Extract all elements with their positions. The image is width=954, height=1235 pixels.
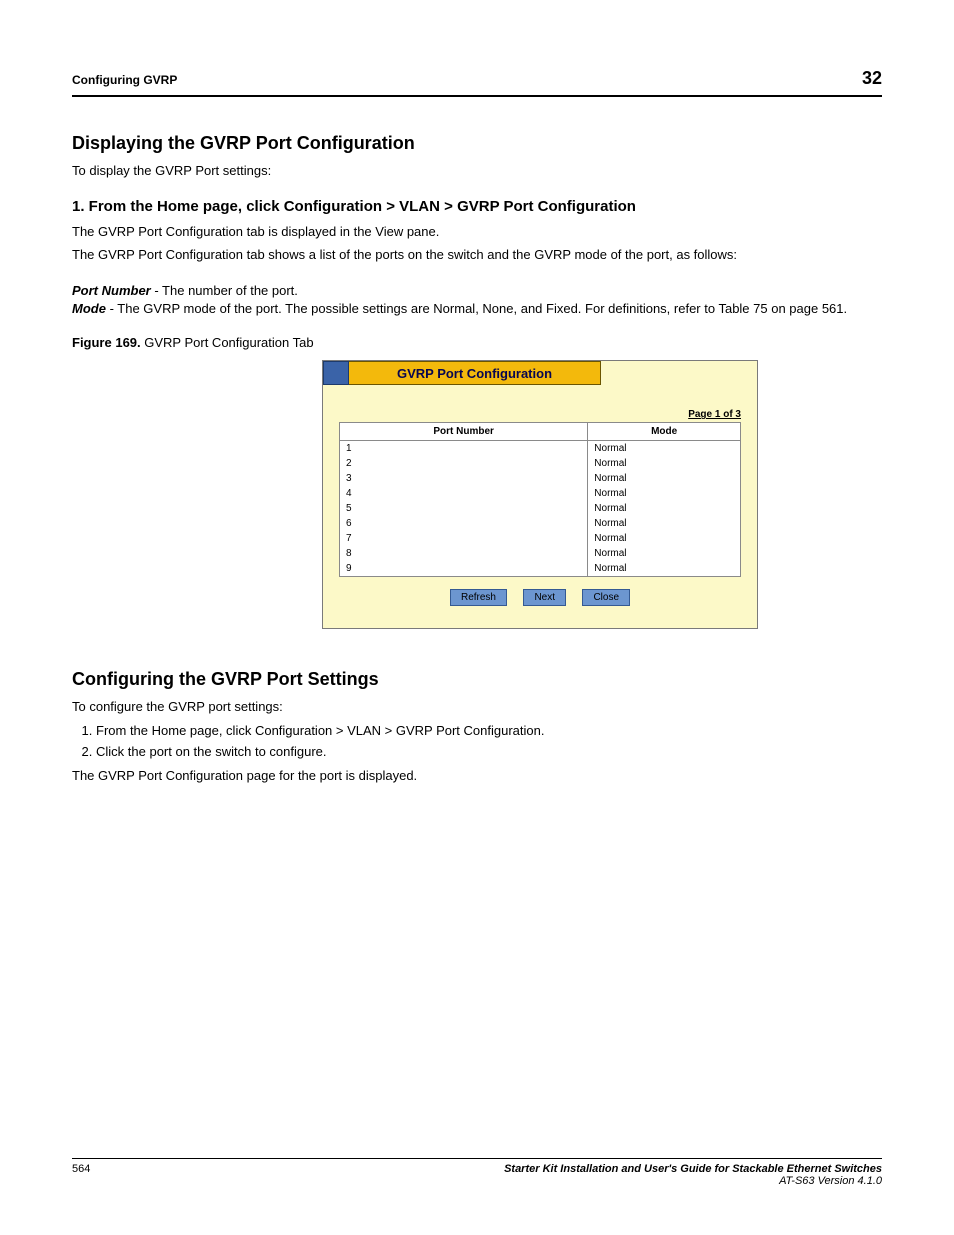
- cell-mode: Normal: [588, 441, 741, 457]
- port-config-table: Port Number Mode 1Normal 2Normal 3Normal…: [339, 422, 741, 577]
- configure-step-2: Click the port on the switch to configur…: [96, 743, 882, 761]
- cell-mode: Normal: [588, 501, 741, 516]
- gvrp-port-config-panel: GVRP Port Configuration Page 1 of 3 Port…: [322, 360, 758, 629]
- term-list: Port Number - The number of the port. Mo…: [72, 282, 882, 320]
- cell-port: 2: [340, 456, 588, 471]
- cell-port: 5: [340, 501, 588, 516]
- next-button[interactable]: Next: [523, 589, 566, 606]
- term-item: Mode - The GVRP mode of the port. The po…: [72, 300, 882, 319]
- configure-after-note: The GVRP Port Configuration page for the…: [72, 767, 882, 785]
- col-port-number: Port Number: [340, 423, 588, 441]
- cell-mode: Normal: [588, 531, 741, 546]
- table-row[interactable]: 7Normal: [340, 531, 741, 546]
- pager-label[interactable]: Page 1 of 3: [339, 409, 741, 420]
- cell-port: 9: [340, 561, 588, 577]
- footer-page-number: 564: [72, 1163, 90, 1187]
- configure-steps: From the Home page, click Configuration …: [72, 722, 882, 761]
- running-header: Configuring GVRP 32: [72, 68, 882, 97]
- table-row[interactable]: 5Normal: [340, 501, 741, 516]
- footer-model: AT-S63 Version 4.1.0: [504, 1175, 882, 1187]
- footer-title: Starter Kit Installation and User's Guid…: [504, 1163, 882, 1175]
- term-item: Port Number - The number of the port.: [72, 282, 882, 301]
- panel-body: Page 1 of 3 Port Number Mode 1Normal 2No…: [339, 409, 741, 606]
- table-row[interactable]: 9Normal: [340, 561, 741, 577]
- cell-mode: Normal: [588, 561, 741, 577]
- cell-mode: Normal: [588, 516, 741, 531]
- table-row[interactable]: 2Normal: [340, 456, 741, 471]
- header-chapter-number: 32: [862, 68, 882, 89]
- term-desc: - The GVRP mode of the port. The possibl…: [106, 301, 847, 316]
- table-row[interactable]: 4Normal: [340, 486, 741, 501]
- panel-tab-handle[interactable]: [323, 361, 349, 385]
- term-label: Port Number: [72, 283, 151, 298]
- cell-mode: Normal: [588, 456, 741, 471]
- step-1-heading: 1. From the Home page, click Configurati…: [72, 198, 882, 215]
- section-heading-configure: Configuring the GVRP Port Settings: [72, 669, 882, 690]
- table-row[interactable]: 1Normal: [340, 441, 741, 457]
- section-heading-display: Displaying the GVRP Port Configuration: [72, 133, 882, 154]
- header-left: Configuring GVRP: [72, 73, 177, 87]
- page-footer: 564 Starter Kit Installation and User's …: [72, 1158, 882, 1187]
- term-label: Mode: [72, 301, 106, 316]
- cell-port: 4: [340, 486, 588, 501]
- cell-mode: Normal: [588, 486, 741, 501]
- figure-number: Figure 169.: [72, 335, 141, 350]
- panel-title-text: GVRP Port Configuration: [397, 366, 552, 381]
- panel-top-bar: GVRP Port Configuration: [323, 361, 757, 385]
- panel-title-tab[interactable]: GVRP Port Configuration: [349, 361, 601, 385]
- figure-area: GVRP Port Configuration Page 1 of 3 Port…: [322, 360, 758, 629]
- table-row[interactable]: 3Normal: [340, 471, 741, 486]
- cell-port: 1: [340, 441, 588, 457]
- configure-step-1: From the Home page, click Configuration …: [96, 722, 882, 740]
- table-row[interactable]: 8Normal: [340, 546, 741, 561]
- cell-port: 3: [340, 471, 588, 486]
- table-header-row: Port Number Mode: [340, 423, 741, 441]
- cell-port: 6: [340, 516, 588, 531]
- cell-mode: Normal: [588, 546, 741, 561]
- step-1-paragraph-2: The GVRP Port Configuration tab shows a …: [72, 246, 882, 264]
- footer-right: Starter Kit Installation and User's Guid…: [504, 1163, 882, 1187]
- figure-caption: Figure 169. GVRP Port Configuration Tab: [72, 335, 882, 350]
- table-row[interactable]: 6Normal: [340, 516, 741, 531]
- figure-title: GVRP Port Configuration Tab: [141, 335, 314, 350]
- step-1-paragraph-1: The GVRP Port Configuration tab is displ…: [72, 223, 882, 241]
- next-section: Configuring the GVRP Port Settings To co…: [72, 669, 882, 784]
- col-mode: Mode: [588, 423, 741, 441]
- configure-intro-lead: To configure the GVRP port settings:: [72, 698, 882, 716]
- cell-mode: Normal: [588, 471, 741, 486]
- term-desc: - The number of the port.: [151, 283, 298, 298]
- panel-button-row: Refresh Next Close: [339, 587, 741, 606]
- document-page: Configuring GVRP 32 Displaying the GVRP …: [0, 0, 954, 1235]
- cell-port: 8: [340, 546, 588, 561]
- intro-lead-display: To display the GVRP Port settings:: [72, 162, 882, 180]
- close-button[interactable]: Close: [582, 589, 630, 606]
- refresh-button[interactable]: Refresh: [450, 589, 507, 606]
- cell-port: 7: [340, 531, 588, 546]
